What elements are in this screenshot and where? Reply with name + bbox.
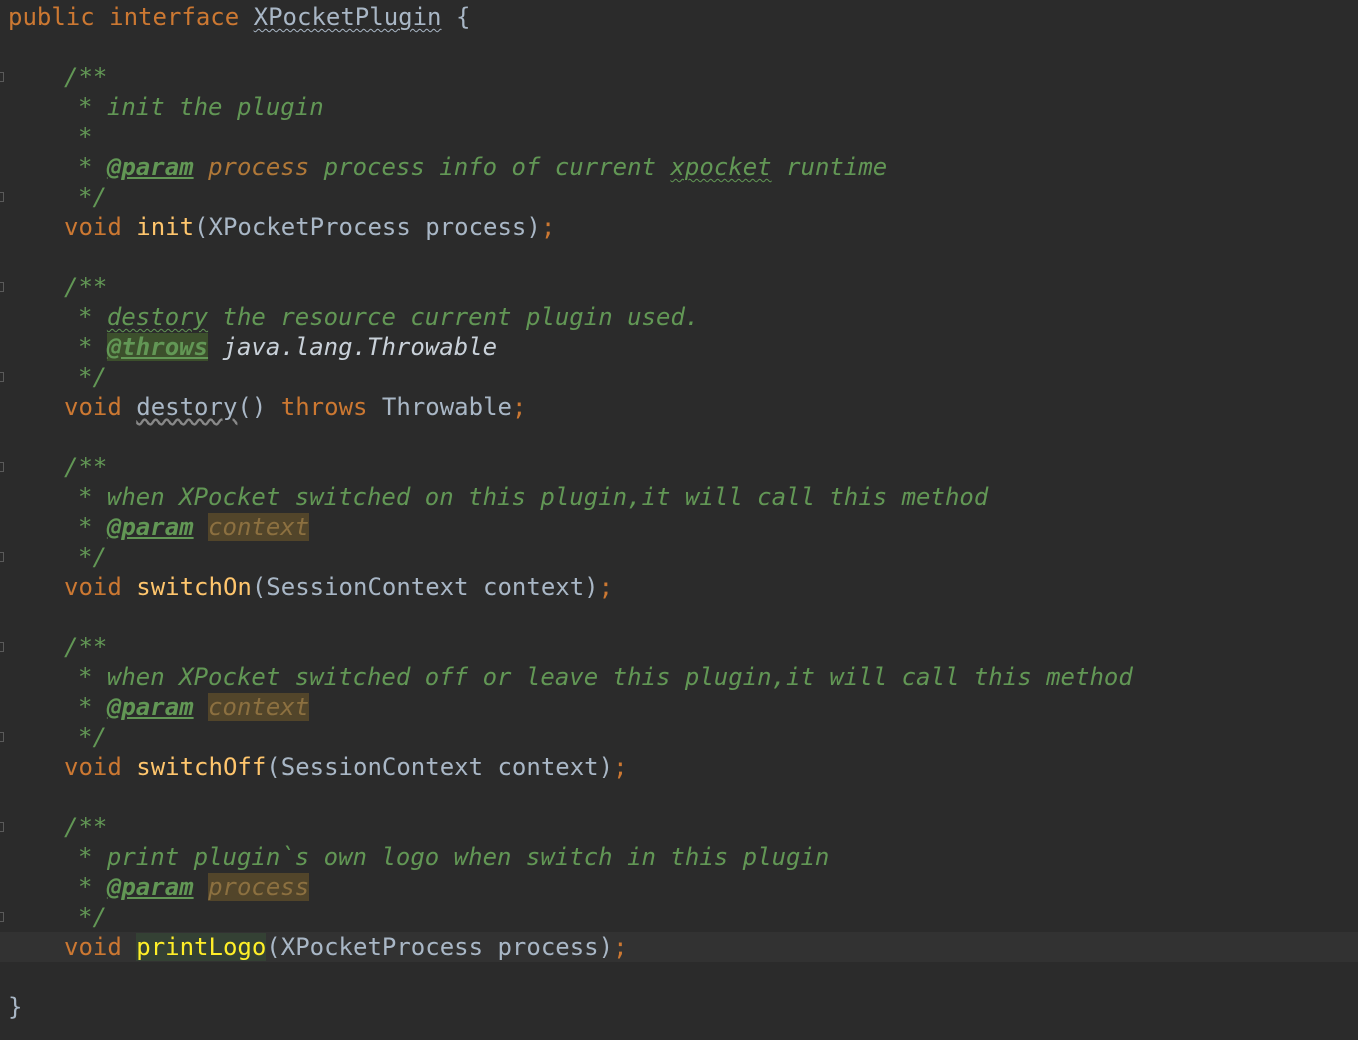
code-line-method-printlogo-current[interactable]: void printLogo(XPocketProcess process);: [0, 932, 1358, 962]
doc-star: *: [78, 873, 93, 901]
interface-name[interactable]: XPocketPlugin: [254, 3, 442, 31]
code-line-doc-throws[interactable]: * @throws java.lang.Throwable: [0, 332, 1358, 362]
doc-comment-open: /**: [64, 633, 108, 661]
semicolon: ;: [540, 213, 556, 241]
doc-param-name[interactable]: process: [208, 873, 310, 901]
doc-comment-text: * print plugin`s own logo when switch in…: [78, 843, 830, 871]
code-line-doc[interactable]: * when XPocket switched on this plugin,i…: [0, 482, 1358, 512]
doc-comment-text: * when XPocket switched off or leave thi…: [78, 663, 1133, 691]
doc-tag-param[interactable]: @param: [107, 873, 194, 901]
code-line-doc-close[interactable]: */: [0, 182, 1358, 212]
doc-star: *: [78, 693, 93, 721]
open-brace: {: [455, 3, 471, 31]
method-name-switchon[interactable]: switchOn: [136, 573, 252, 601]
code-line-doc-open[interactable]: /**: [0, 272, 1358, 302]
doc-comment-text: *: [78, 123, 93, 151]
doc-comment-text: * init the plugin: [78, 93, 324, 121]
doc-star: *: [78, 513, 93, 541]
doc-comment-text: the resource current plugin used.: [222, 303, 700, 331]
doc-comment-text: * when XPocket switched on this plugin,i…: [78, 483, 989, 511]
code-line-method-switchon[interactable]: void switchOn(SessionContext context);: [0, 572, 1358, 602]
doc-param-name[interactable]: process: [208, 153, 309, 181]
code-line-doc[interactable]: * init the plugin: [0, 92, 1358, 122]
doc-misspelled-word[interactable]: xpocket: [670, 153, 771, 181]
doc-comment-close: */: [78, 543, 107, 571]
doc-star: *: [78, 153, 93, 181]
doc-comment-open: /**: [64, 813, 108, 841]
keyword-void: void: [64, 393, 122, 421]
method-params: (SessionContext context): [251, 573, 599, 601]
doc-comment-close: */: [78, 183, 107, 211]
keyword-throws: throws: [280, 393, 368, 421]
doc-comment-open: /**: [64, 273, 108, 301]
doc-comment-close: */: [78, 903, 107, 931]
keyword-void: void: [64, 933, 122, 961]
code-editor[interactable]: public interface XPocketPlugin { /** * i…: [0, 0, 1358, 1040]
code-line-doc-open[interactable]: /**: [0, 632, 1358, 662]
semicolon: ;: [613, 933, 628, 961]
method-params: (XPocketProcess process): [266, 933, 614, 961]
method-name-init[interactable]: init: [136, 213, 194, 241]
code-line-doc-param[interactable]: * @param process: [0, 872, 1358, 902]
method-params: (): [237, 393, 267, 421]
code-line-doc-close[interactable]: */: [0, 902, 1358, 932]
doc-comment-close: */: [78, 723, 107, 751]
method-name-destory[interactable]: destory: [136, 393, 237, 421]
keyword-void: void: [64, 213, 122, 241]
keyword-void: void: [64, 573, 122, 601]
doc-param-name[interactable]: context: [208, 693, 310, 721]
doc-param-desc: runtime: [786, 153, 888, 181]
code-line-doc-open[interactable]: /**: [0, 812, 1358, 842]
code-line-doc-close[interactable]: */: [0, 362, 1358, 392]
code-line-doc-open[interactable]: /**: [0, 62, 1358, 92]
keyword-void: void: [64, 753, 122, 781]
doc-star: *: [78, 333, 93, 361]
code-line-doc-close[interactable]: */: [0, 722, 1358, 752]
code-line-doc[interactable]: * print plugin`s own logo when switch in…: [0, 842, 1358, 872]
code-line-interface-declaration[interactable]: public interface XPocketPlugin {: [0, 2, 1358, 32]
code-line-method-switchoff[interactable]: void switchOff(SessionContext context);: [0, 752, 1358, 782]
code-line-method-init[interactable]: void init(XPocketProcess process);: [0, 212, 1358, 242]
doc-throws-type: java.lang.Throwable: [222, 333, 498, 361]
keyword-interface: interface: [109, 3, 240, 31]
doc-misspelled-word[interactable]: destory: [107, 303, 208, 331]
semicolon: ;: [598, 573, 614, 601]
method-params: (SessionContext context): [266, 753, 614, 781]
doc-comment-open: /**: [64, 453, 108, 481]
code-line-doc[interactable]: * destory the resource current plugin us…: [0, 302, 1358, 332]
doc-tag-param[interactable]: @param: [107, 513, 194, 541]
code-line-doc-param[interactable]: * @param context: [0, 512, 1358, 542]
doc-comment-close: */: [78, 363, 107, 391]
semicolon: ;: [511, 393, 527, 421]
method-params: (XPocketProcess process): [194, 213, 541, 241]
doc-tag-throws[interactable]: @throws: [106, 333, 209, 361]
doc-star: *: [78, 303, 93, 331]
doc-param-name[interactable]: context: [208, 513, 310, 541]
code-line-doc-close[interactable]: */: [0, 542, 1358, 572]
doc-tag-param[interactable]: @param: [107, 693, 194, 721]
code-line-doc[interactable]: *: [0, 122, 1358, 152]
exception-type: Throwable: [381, 393, 512, 421]
closing-brace: }: [8, 993, 23, 1021]
code-line-doc-open[interactable]: /**: [0, 452, 1358, 482]
code-line-closing-brace[interactable]: }: [0, 992, 1358, 1022]
semicolon: ;: [613, 753, 628, 781]
doc-param-desc: process info of current: [323, 153, 657, 181]
code-line-doc[interactable]: * when XPocket switched off or leave thi…: [0, 662, 1358, 692]
doc-tag-param[interactable]: @param: [107, 153, 194, 181]
method-name-switchoff[interactable]: switchOff: [136, 753, 266, 781]
code-line-doc-param[interactable]: * @param process process info of current…: [0, 152, 1358, 182]
keyword-public: public: [8, 3, 95, 31]
code-line-method-destory[interactable]: void destory() throws Throwable;: [0, 392, 1358, 422]
method-name-printlogo[interactable]: printLogo: [136, 933, 267, 961]
doc-comment-open: /**: [64, 63, 108, 91]
code-line-doc-param[interactable]: * @param context: [0, 692, 1358, 722]
